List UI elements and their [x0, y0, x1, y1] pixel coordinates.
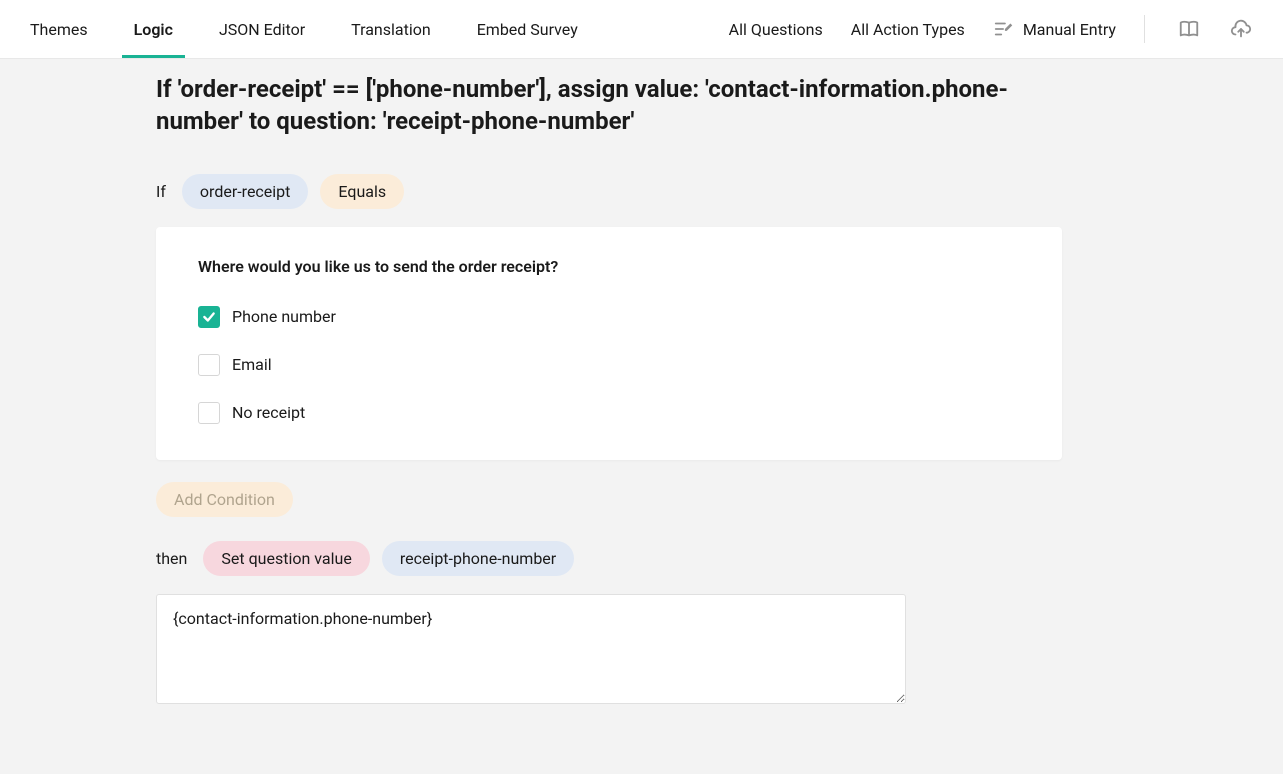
condition-question-pill[interactable]: order-receipt [182, 174, 308, 209]
manual-entry-button[interactable]: Manual Entry [993, 18, 1116, 40]
tab-logic[interactable]: Logic [134, 0, 173, 58]
option-label: No receipt [232, 403, 305, 422]
content-area: If 'order-receipt' == ['phone-number'], … [0, 59, 1283, 774]
manual-entry-label: Manual Entry [1023, 20, 1116, 39]
then-keyword: then [156, 549, 187, 568]
condition-line: If order-receipt Equals [156, 174, 1062, 209]
action-target-pill[interactable]: receipt-phone-number [382, 541, 574, 576]
option-no-receipt[interactable]: No receipt [198, 402, 1020, 424]
tabs-right-group: All Questions All Action Types Manual En… [729, 0, 1253, 58]
action-type-pill[interactable]: Set question value [203, 541, 369, 576]
tab-json-editor[interactable]: JSON Editor [219, 0, 305, 58]
tab-themes[interactable]: Themes [30, 0, 88, 58]
add-condition-button[interactable]: Add Condition [156, 482, 293, 517]
filter-all-action-types[interactable]: All Action Types [851, 20, 965, 39]
option-label: Email [232, 355, 272, 374]
tab-translation[interactable]: Translation [351, 0, 431, 58]
checkbox-no-receipt[interactable] [198, 402, 220, 424]
checkbox-email[interactable] [198, 354, 220, 376]
option-label: Phone number [232, 307, 336, 326]
condition-operator-pill[interactable]: Equals [320, 174, 404, 209]
tabs-left-group: Themes Logic JSON Editor Translation Emb… [30, 0, 578, 58]
option-phone-number[interactable]: Phone number [198, 306, 1020, 328]
checkbox-phone-number[interactable] [198, 306, 220, 328]
book-icon[interactable] [1177, 17, 1201, 41]
action-line: then Set question value receipt-phone-nu… [156, 541, 1062, 576]
question-preview-title: Where would you like us to send the orde… [198, 257, 1020, 276]
question-preview-card: Where would you like us to send the orde… [156, 227, 1062, 460]
top-tabs: Themes Logic JSON Editor Translation Emb… [0, 0, 1283, 59]
divider [1144, 15, 1145, 43]
filter-all-questions[interactable]: All Questions [729, 20, 823, 39]
manual-entry-icon [993, 18, 1015, 40]
option-email[interactable]: Email [198, 354, 1020, 376]
action-value-textarea[interactable] [156, 594, 906, 704]
cloud-upload-icon[interactable] [1229, 17, 1253, 41]
tab-embed-survey[interactable]: Embed Survey [477, 0, 578, 58]
if-keyword: If [156, 182, 166, 201]
rule-title: If 'order-receipt' == ['phone-number'], … [156, 73, 1062, 138]
